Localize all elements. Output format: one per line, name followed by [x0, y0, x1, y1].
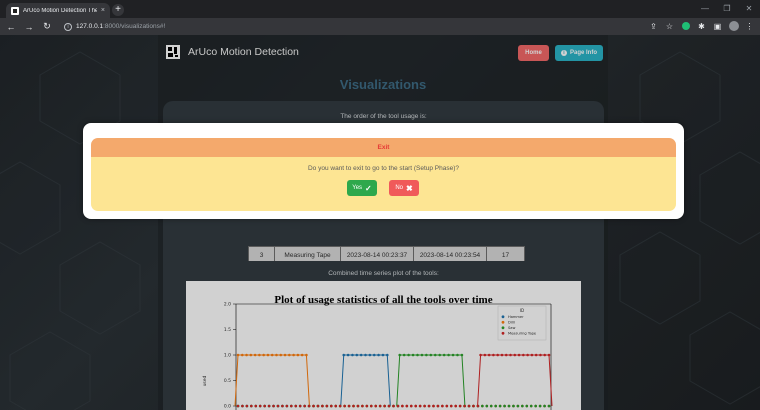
forward-icon[interactable]: → — [24, 22, 34, 32]
cross-icon: ✖ — [405, 183, 413, 193]
site-info-icon[interactable]: i — [64, 22, 72, 31]
no-button[interactable]: No ✖ — [389, 180, 419, 196]
yes-label: Yes — [352, 185, 363, 191]
address-bar[interactable]: i 127.0.0.1 :8000/visualizations#! — [64, 20, 641, 33]
tab-close-icon[interactable]: × — [101, 7, 105, 14]
no-label: No — [395, 185, 403, 191]
browser-tab[interactable]: ArUco Motion Detection Thesis × — [6, 3, 110, 18]
browser-toolbar: ← → ↻ i 127.0.0.1 :8000/visualizations#!… — [0, 18, 760, 35]
check-icon: ✓ — [365, 183, 372, 193]
bookmark-star-icon[interactable]: ☆ — [665, 22, 674, 31]
maximize-icon[interactable]: ❐ — [716, 0, 738, 18]
window-controls: — ❐ ✕ — [694, 0, 760, 18]
profile-avatar[interactable] — [729, 20, 739, 33]
new-tab-button[interactable]: + — [112, 4, 124, 16]
menu-kebab-icon[interactable]: ⋮ — [745, 22, 754, 31]
yes-button[interactable]: Yes ✓ — [347, 180, 377, 196]
minimize-icon[interactable]: — — [694, 0, 716, 18]
close-window-icon[interactable]: ✕ — [738, 0, 760, 18]
exit-modal: Exit Do you want to exit to go to the st… — [83, 123, 684, 219]
url-path: :8000/visualizations#! — [103, 23, 166, 30]
modal-header: Exit — [91, 138, 676, 157]
modal-message: Do you want to exit to go to the start (… — [307, 165, 460, 172]
browser-tab-bar: ArUco Motion Detection Thesis × + — ❐ ✕ — [0, 0, 760, 18]
reload-icon[interactable]: ↻ — [42, 21, 52, 32]
url-host: 127.0.0.1 — [76, 23, 104, 30]
modal-overlay[interactable] — [0, 35, 760, 410]
extension-icon[interactable] — [681, 21, 690, 32]
tab-title: ArUco Motion Detection Thesis — [23, 7, 97, 14]
share-icon[interactable]: ⇪ — [649, 22, 658, 31]
extensions-puzzle-icon[interactable]: ✱ — [697, 22, 706, 31]
back-icon[interactable]: ← — [6, 22, 16, 32]
modal-body: Do you want to exit to go to the start (… — [91, 157, 676, 211]
sidebar-icon[interactable]: ▣ — [713, 22, 722, 31]
site-favicon-icon — [11, 6, 19, 15]
toolbar-actions: ⇪ ☆ ✱ ▣ ⋮ — [649, 20, 754, 33]
